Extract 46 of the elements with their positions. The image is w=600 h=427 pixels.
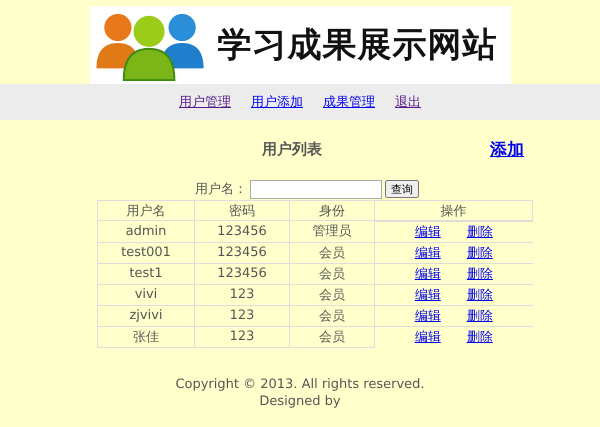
action-link[interactable]: 删除 — [466, 244, 493, 262]
nav-link[interactable]: 成果管理 — [323, 93, 375, 111]
action-link[interactable]: 删除 — [466, 286, 493, 304]
nav-link[interactable]: 用户添加 — [251, 93, 303, 111]
nav-link[interactable]: 用户管理 — [179, 93, 231, 111]
nav-link[interactable]: 退出 — [395, 93, 421, 111]
action-link[interactable]: 编辑 — [414, 265, 441, 283]
table-cell: 会员 — [290, 326, 374, 347]
table-cell: vivi — [98, 284, 194, 305]
table-cell: test001 — [98, 242, 194, 263]
search-button[interactable]: 查询 — [385, 180, 419, 198]
table-cell: 张佳 — [98, 326, 194, 347]
footer-text: Copyright © 2013. All rights reserved. — [174, 376, 426, 392]
table-cell: admin — [98, 220, 194, 242]
action-link[interactable]: 删除 — [466, 328, 493, 346]
table-cell: 管理员 — [290, 220, 374, 242]
table-cell: 会员 — [290, 242, 374, 263]
action-link[interactable]: 删除 — [466, 265, 493, 283]
table-cell: 会员 — [290, 263, 374, 284]
column-header: 身份 — [290, 200, 374, 220]
action-link[interactable]: 编辑 — [414, 328, 441, 346]
table-cell: 123456 — [194, 263, 290, 284]
site-title: 学习成果展示网站 — [218, 24, 498, 67]
action-link[interactable]: 编辑 — [414, 244, 441, 262]
action-link[interactable]: 编辑 — [414, 307, 441, 325]
table-cell: 123456 — [194, 242, 290, 263]
footer-text: Designed by — [258, 392, 342, 410]
column-header: 操作 — [374, 200, 532, 220]
action-link[interactable]: 编辑 — [414, 286, 441, 304]
username-field[interactable] — [250, 180, 382, 198]
add-link[interactable]: 添加 — [490, 138, 524, 161]
search-label: 用户名： — [195, 181, 247, 198]
table-cell: 会员 — [290, 284, 374, 305]
table-cell: 123 — [194, 284, 290, 305]
table-cell: 123456 — [194, 220, 290, 242]
page-heading: 用户列表 — [262, 140, 322, 159]
table-cell: test1 — [98, 263, 194, 284]
table-cell: 123 — [194, 305, 290, 326]
table-cell: 会员 — [290, 305, 374, 326]
action-link[interactable]: 删除 — [466, 223, 493, 241]
action-link[interactable]: 编辑 — [414, 223, 441, 241]
table-cell: 123 — [194, 326, 290, 347]
column-header: 密码 — [194, 200, 290, 220]
table-cell: zjvivi — [98, 305, 194, 326]
column-header: 用户名 — [98, 200, 194, 220]
action-link[interactable]: 删除 — [466, 307, 493, 325]
